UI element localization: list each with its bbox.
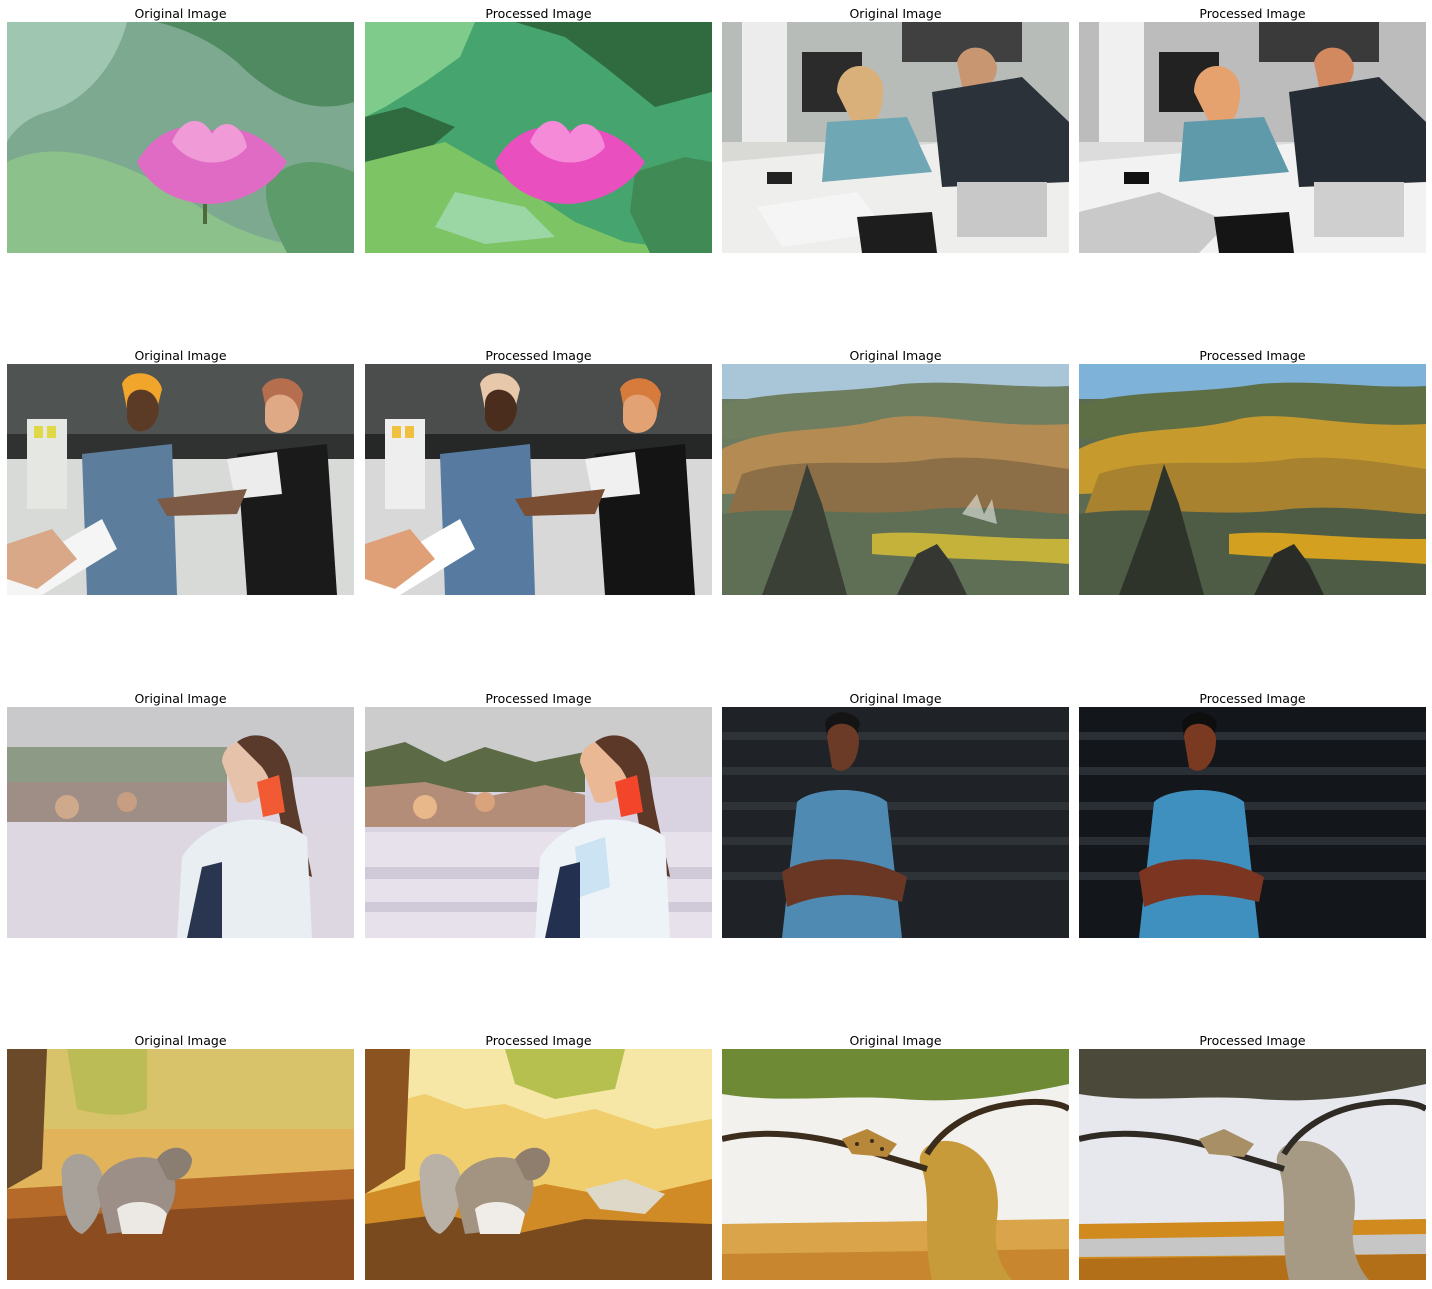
mountains-processed-image	[1079, 364, 1426, 595]
panel-title: Original Image	[134, 691, 227, 706]
office-processed-image	[1079, 22, 1426, 253]
lotus-processed-image	[365, 22, 712, 253]
panel-title: Original Image	[849, 691, 942, 706]
panel-title: Original Image	[134, 6, 227, 21]
panel-title: Original Image	[849, 6, 942, 21]
panel-title: Original Image	[849, 348, 942, 363]
panel-title: Processed Image	[1199, 6, 1306, 21]
phone-woman-original-image	[7, 707, 354, 938]
comparison-figure: Original Image Processed Image Original	[0, 0, 1432, 1289]
squirrel-original-image	[7, 1049, 354, 1280]
tree-leopard-original-image	[722, 1049, 1069, 1280]
panel-title: Original Image	[849, 1033, 942, 1048]
lotus-original-image	[7, 22, 354, 253]
panel-title: Processed Image	[485, 6, 592, 21]
squirrel-processed-image	[365, 1049, 712, 1280]
panel-title: Processed Image	[1199, 1033, 1306, 1048]
panel-title: Processed Image	[485, 691, 592, 706]
handshake-original-image	[7, 364, 354, 595]
handshake-processed-image	[365, 364, 712, 595]
phone-woman-processed-image	[365, 707, 712, 938]
panel-title: Original Image	[134, 348, 227, 363]
mountains-original-image	[722, 364, 1069, 595]
panel-title: Processed Image	[1199, 691, 1306, 706]
panel-title: Processed Image	[1199, 348, 1306, 363]
panel-title: Processed Image	[485, 348, 592, 363]
office-original-image	[722, 22, 1069, 253]
smiling-man-original-image	[722, 707, 1069, 938]
panel-title: Original Image	[134, 1033, 227, 1048]
smiling-man-processed-image	[1079, 707, 1426, 938]
tree-leopard-processed-image	[1079, 1049, 1426, 1280]
panel-title: Processed Image	[485, 1033, 592, 1048]
